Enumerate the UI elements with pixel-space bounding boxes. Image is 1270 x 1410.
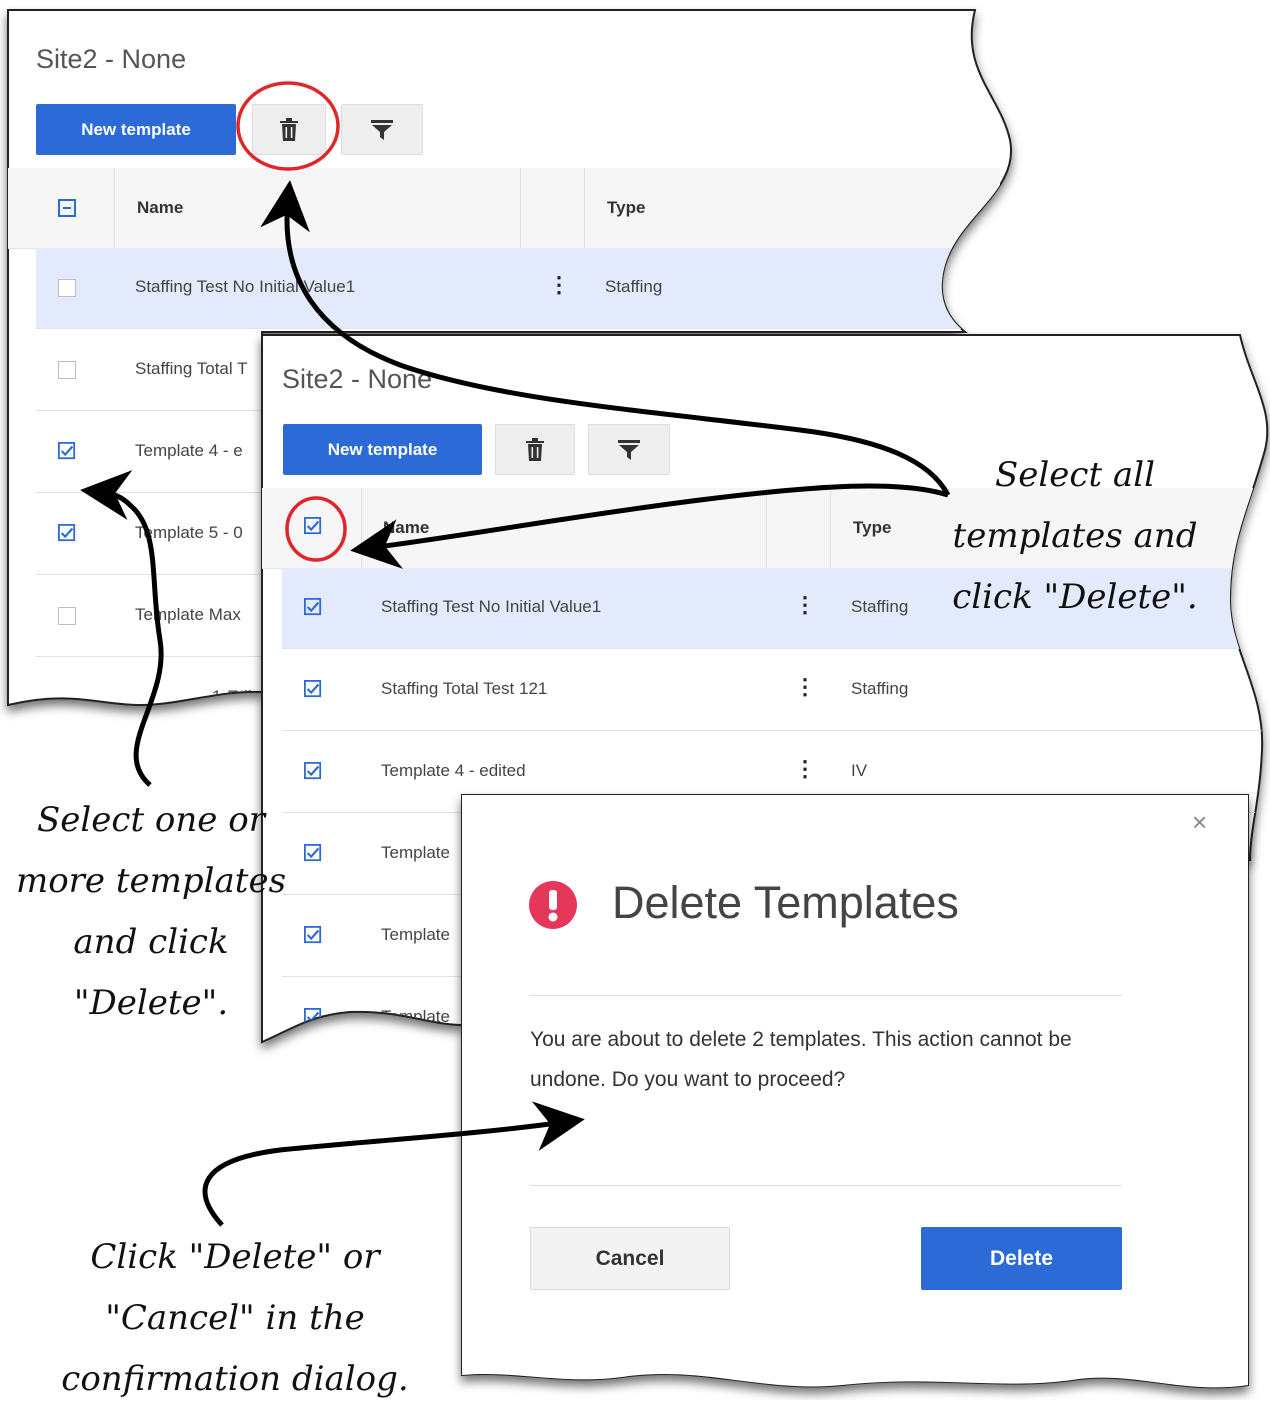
arrow-to-dialog xyxy=(202,1101,585,1227)
caption-confirm: Click "Delete" or "Cancel" in the confir… xyxy=(61,1237,409,1399)
arrow-to-delete xyxy=(260,180,951,497)
caption-select-some: Select one or more templates and click "… xyxy=(15,800,287,1023)
screenshot-collage: Site2 - None New template Name Type Staf… xyxy=(0,0,1270,1400)
highlight-circle-delete xyxy=(236,81,340,171)
arrow-to-row-checkboxes xyxy=(80,470,164,787)
annotation-layer xyxy=(80,81,951,1227)
arrow-to-select-all xyxy=(350,483,949,569)
caption-select-all: Select all templates and click "Delete". xyxy=(952,455,1198,617)
highlight-circle-select-all xyxy=(285,496,347,562)
